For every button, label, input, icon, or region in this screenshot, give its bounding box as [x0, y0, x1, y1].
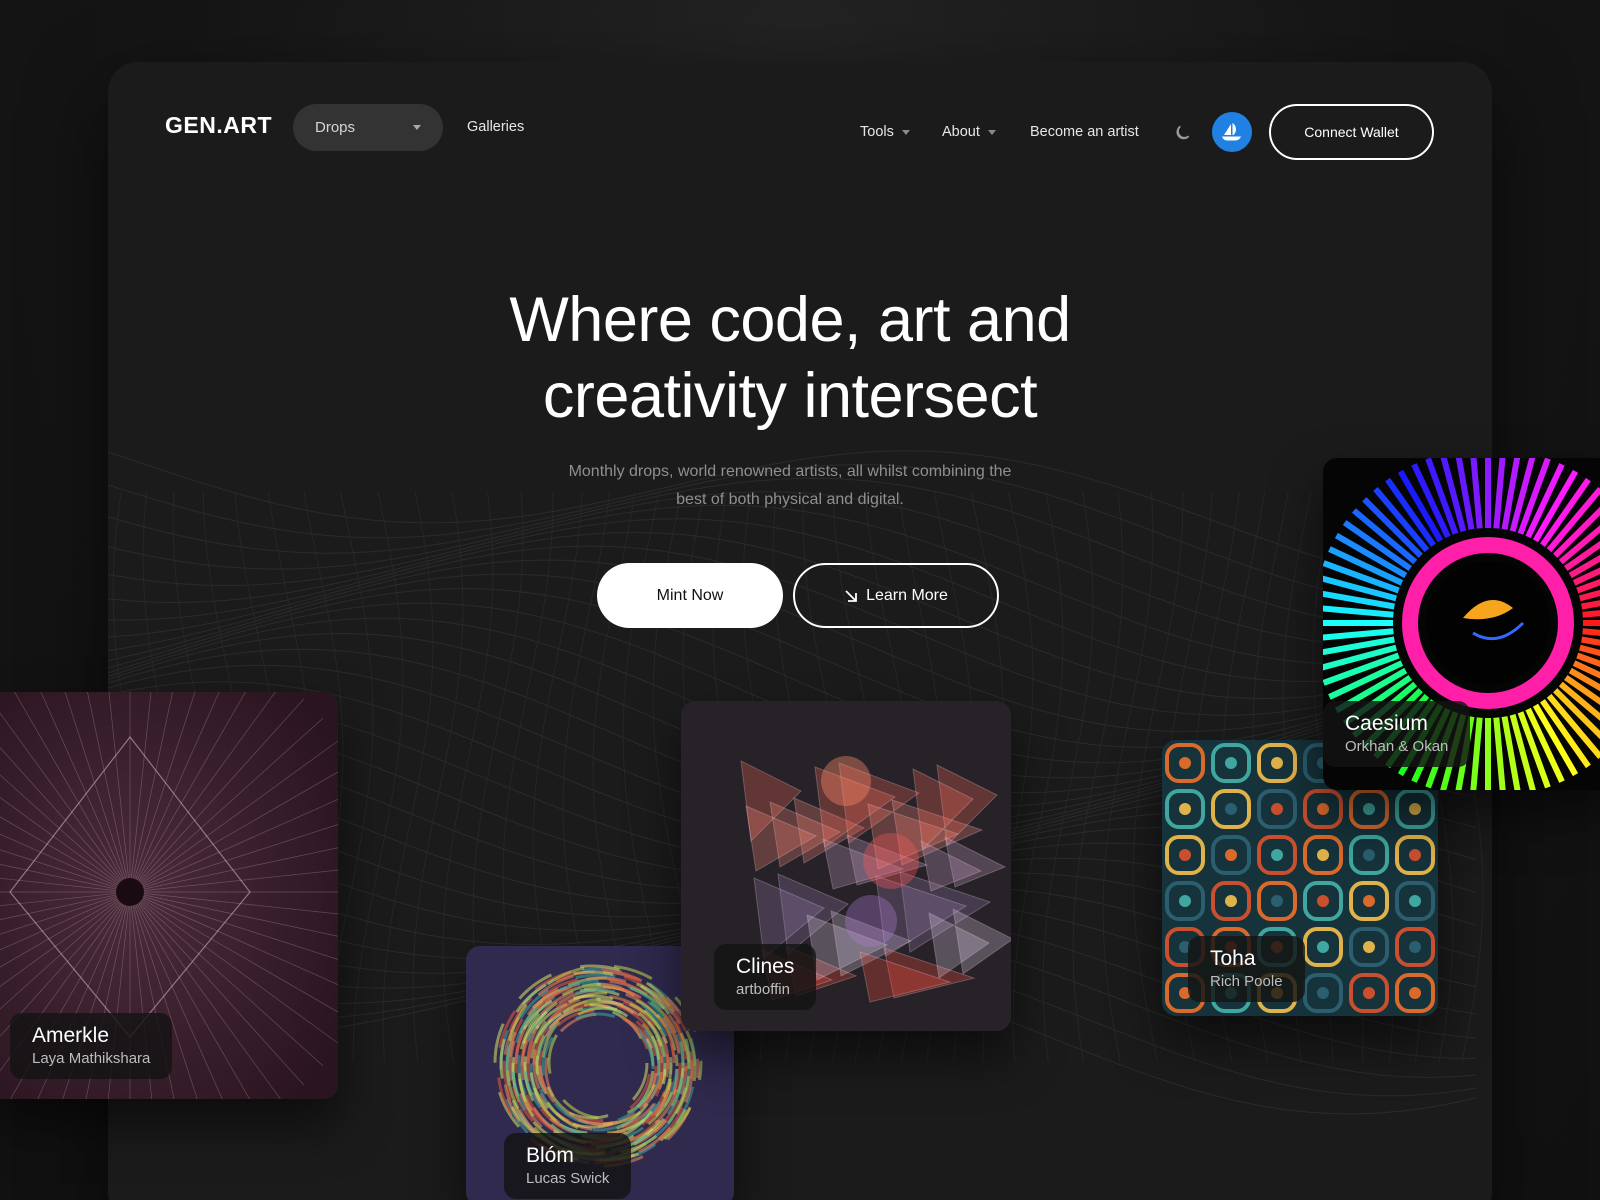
hero-title: Where code, art and creativity intersect: [400, 282, 1180, 434]
nav-tools[interactable]: Tools: [860, 124, 910, 140]
chevron-down-icon: [413, 125, 421, 130]
card-label: Amerkle Laya Mathikshara: [10, 1013, 173, 1079]
card-title: Toha: [1210, 947, 1256, 970]
nav-become-artist[interactable]: Become an artist: [1030, 124, 1139, 140]
hero-subtitle-line1: Monthly drops, world renowned artists, a…: [568, 463, 1012, 480]
card-artist: Orkhan & Okan: [1345, 738, 1449, 755]
nav-about[interactable]: About: [942, 124, 996, 140]
mint-now-button[interactable]: Mint Now: [597, 563, 783, 628]
learn-more-label: Learn More: [866, 586, 948, 604]
galleries-label: Galleries: [467, 119, 525, 135]
artwork-card-amerkle[interactable]: Amerkle Laya Mathikshara: [0, 692, 338, 1099]
chevron-down-icon: [901, 129, 910, 135]
card-artist: Laya Mathikshara: [32, 1050, 151, 1067]
become-artist-label: Become an artist: [1030, 124, 1139, 140]
hero-subtitle-line2: best of both physical and digital.: [676, 491, 904, 508]
card-label: Caesium Orkhan & Okan: [1323, 701, 1471, 767]
card-title: Clines: [736, 955, 795, 978]
opensea-icon: [1222, 123, 1241, 141]
hero-title-line2: creativity intersect: [542, 361, 1038, 431]
connect-wallet-button[interactable]: Connect Wallet: [1269, 104, 1434, 160]
tools-label: Tools: [860, 124, 894, 140]
hero-title-line1: Where code, art and: [509, 285, 1071, 355]
card-label: Blóm Lucas Swick: [504, 1133, 632, 1199]
card-artist: artboffin: [736, 981, 790, 998]
nav-galleries[interactable]: Galleries: [467, 119, 524, 135]
drops-label: Drops: [315, 119, 356, 136]
about-label: About: [942, 124, 980, 140]
artwork-card-clines[interactable]: Clines artboffin: [681, 701, 1011, 1031]
card-title: Amerkle: [32, 1024, 110, 1047]
artwork-card-caesium[interactable]: Caesium Orkhan & Okan: [1323, 458, 1600, 790]
logo[interactable]: GEN.ART: [165, 112, 272, 139]
opensea-button[interactable]: [1212, 112, 1252, 152]
hero-subtitle: Monthly drops, world renowned artists, a…: [530, 458, 1050, 514]
drops-dropdown[interactable]: Drops: [293, 104, 443, 151]
learn-more-button[interactable]: Learn More: [793, 563, 999, 628]
card-label: Toha Rich Poole: [1188, 936, 1305, 1002]
chevron-down-icon: [987, 129, 996, 135]
card-title: Blóm: [526, 1144, 574, 1167]
moon-icon[interactable]: [1174, 122, 1194, 142]
arrow-down-right-icon: [845, 589, 857, 602]
card-label: Clines artboffin: [714, 944, 817, 1010]
card-artist: Rich Poole: [1210, 973, 1283, 990]
card-artist: Lucas Swick: [526, 1170, 610, 1187]
card-title: Caesium: [1345, 712, 1428, 735]
